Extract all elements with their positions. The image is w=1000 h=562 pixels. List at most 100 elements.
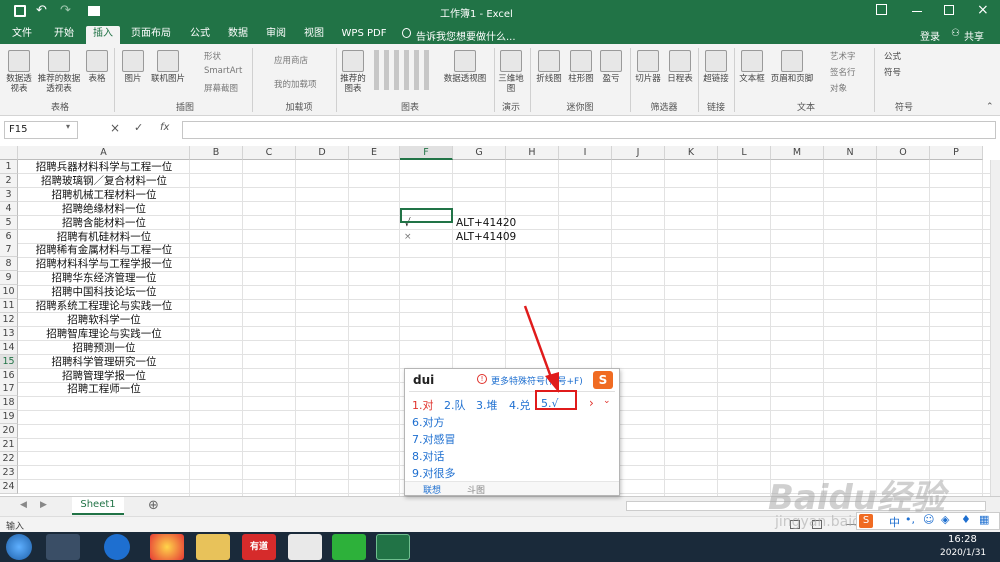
tab-insert[interactable]: 插入 (86, 26, 120, 44)
punctuation-icon[interactable]: •, (905, 513, 915, 526)
sogou-tray-icon[interactable]: S (859, 514, 873, 528)
candidate-1[interactable]: 1.对 (412, 397, 434, 413)
cell-a7[interactable]: 招聘稀有金属材料与工程一位 (18, 243, 190, 257)
keyboard-icon[interactable]: ▦ (979, 513, 989, 526)
candidate-7[interactable]: 7.对感冒 (412, 431, 456, 447)
row-header-21[interactable]: 21 (0, 438, 18, 452)
undo-icon[interactable]: ↶ (36, 3, 47, 18)
my-addins-button[interactable]: 我的加载项 (274, 78, 317, 90)
row-header-18[interactable]: 18 (0, 396, 18, 411)
row-header-23[interactable]: 23 (0, 465, 18, 480)
share-button[interactable]: 共享 (964, 28, 984, 43)
select-all-corner[interactable] (0, 146, 18, 160)
vertical-scrollbar[interactable] (990, 160, 1000, 496)
login-link[interactable]: 登录 (920, 28, 940, 43)
excel-taskbar-icon[interactable] (376, 534, 410, 560)
sparkline-column-button[interactable]: 柱形图 (566, 50, 596, 84)
hyperlink-button[interactable]: 超链接 (700, 50, 732, 84)
cell-f6[interactable]: × (404, 230, 412, 244)
column-header-a[interactable]: A (18, 146, 190, 160)
close-icon[interactable]: × (977, 2, 989, 18)
add-sheet-icon[interactable]: ⊕ (148, 498, 159, 513)
column-header-n[interactable]: N (824, 146, 877, 160)
cell-a6[interactable]: 招聘有机硅材料一位 (18, 230, 190, 244)
next-page-icon[interactable]: › (589, 396, 594, 410)
taskbar-app-icon[interactable] (46, 534, 80, 560)
wordart-button[interactable]: 艺术字 (830, 50, 856, 62)
minimize-icon[interactable] (912, 11, 922, 12)
table-button[interactable]: 表格 (84, 50, 110, 84)
emoji-icon[interactable]: ☺ (923, 513, 934, 526)
column-header-f[interactable]: F (400, 146, 453, 160)
tab-wps-pdf[interactable]: WPS PDF (338, 26, 390, 44)
equation-button[interactable]: 公式 (884, 50, 901, 62)
row-header-24[interactable]: 24 (0, 479, 18, 494)
column-header-h[interactable]: H (506, 146, 559, 160)
cell-a3[interactable]: 招聘机械工程材料一位 (18, 188, 190, 202)
cell-a16[interactable]: 招聘管理学报一位 (18, 369, 190, 383)
tab-page-layout[interactable]: 页面布局 (128, 26, 174, 44)
next-sheet-icon[interactable]: ▶ (40, 500, 47, 510)
column-header-i[interactable]: I (559, 146, 612, 160)
cell-a10[interactable]: 招聘中国科技论坛一位 (18, 285, 190, 299)
taskbar-app-icon[interactable] (288, 534, 322, 560)
row-header-20[interactable]: 20 (0, 424, 18, 439)
row-header-14[interactable]: 14 (0, 340, 18, 355)
store-button[interactable]: 应用商店 (274, 54, 308, 66)
redo-icon[interactable]: ↷ (60, 3, 71, 18)
skin-icon[interactable]: ◈ (941, 513, 949, 526)
sparkline-winloss-button[interactable]: 盈亏 (598, 50, 624, 84)
row-header-2[interactable]: 2 (0, 173, 18, 188)
expand-icon[interactable]: ⌄ (603, 396, 611, 406)
row-header-11[interactable]: 11 (0, 299, 18, 313)
cell-a1[interactable]: 招聘兵器材料科学与工程一位 (18, 160, 190, 174)
tab-data[interactable]: 数据 (222, 26, 254, 44)
textbox-button[interactable]: 文本框 (736, 50, 768, 84)
3d-map-button[interactable]: 三维地图 (496, 50, 526, 94)
tell-me-input[interactable]: 告诉我您想要做什么... (416, 28, 516, 43)
slicer-button[interactable]: 切片器 (632, 50, 664, 84)
timeline-button[interactable]: 日程表 (664, 50, 696, 84)
row-header-4[interactable]: 4 (0, 201, 18, 216)
candidate-3[interactable]: 3.堆 (476, 397, 498, 413)
cancel-entry-icon[interactable]: × (110, 121, 120, 135)
column-header-k[interactable]: K (665, 146, 718, 160)
signature-line-button[interactable]: 签名行 (830, 66, 856, 78)
pivot-chart-button[interactable]: 数据透视图 (440, 50, 490, 84)
row-header-3[interactable]: 3 (0, 187, 18, 202)
cell-a11[interactable]: 招聘系统工程理论与实践一位 (18, 299, 190, 313)
sparkline-line-button[interactable]: 折线图 (532, 50, 566, 84)
cell-a8[interactable]: 招聘材料科学与工程学报一位 (18, 257, 190, 271)
cell-a17[interactable]: 招聘工程师一位 (18, 382, 190, 396)
youdao-app[interactable]: 有道 (242, 534, 276, 560)
recommended-charts-button[interactable]: 推荐的图表 (338, 50, 368, 94)
browser-icon[interactable] (150, 534, 184, 560)
column-header-o[interactable]: O (877, 146, 930, 160)
cell-a13[interactable]: 招聘智库理论与实践一位 (18, 327, 190, 341)
file-explorer-icon[interactable] (196, 534, 230, 560)
candidate-4[interactable]: 4.兑 (509, 397, 531, 413)
chevron-down-icon[interactable]: ▾ (66, 122, 70, 131)
tab-formulas[interactable]: 公式 (184, 26, 216, 44)
column-header-e[interactable]: E (349, 146, 400, 160)
candidate-8[interactable]: 8.对话 (412, 448, 445, 464)
column-header-m[interactable]: M (771, 146, 824, 160)
tab-review[interactable]: 审阅 (260, 26, 292, 44)
row-header-17[interactable]: 17 (0, 382, 18, 397)
confirm-entry-icon[interactable]: ✓ (134, 121, 143, 134)
folder-icon[interactable] (88, 6, 100, 16)
insert-function-button[interactable]: fx (160, 122, 169, 133)
row-header-22[interactable]: 22 (0, 451, 18, 466)
prev-sheet-icon[interactable]: ◀ (20, 500, 27, 510)
column-header-d[interactable]: D (296, 146, 349, 160)
symbol-button[interactable]: 符号 (884, 66, 901, 78)
cell-a14[interactable]: 招聘预测一位 (18, 341, 190, 355)
row-header-13[interactable]: 13 (0, 326, 18, 341)
microphone-icon[interactable]: ♦ (961, 513, 971, 526)
cell-a2[interactable]: 招聘玻璃钢／复合材料一位 (18, 174, 190, 188)
shapes-button[interactable]: 形状 (204, 50, 221, 62)
tab-file[interactable]: 文件 (6, 26, 38, 44)
ime-tab-doutu[interactable]: 斗图 (467, 483, 485, 496)
row-header-12[interactable]: 12 (0, 312, 18, 327)
cell-g6[interactable]: ALT+41409 (456, 230, 516, 244)
